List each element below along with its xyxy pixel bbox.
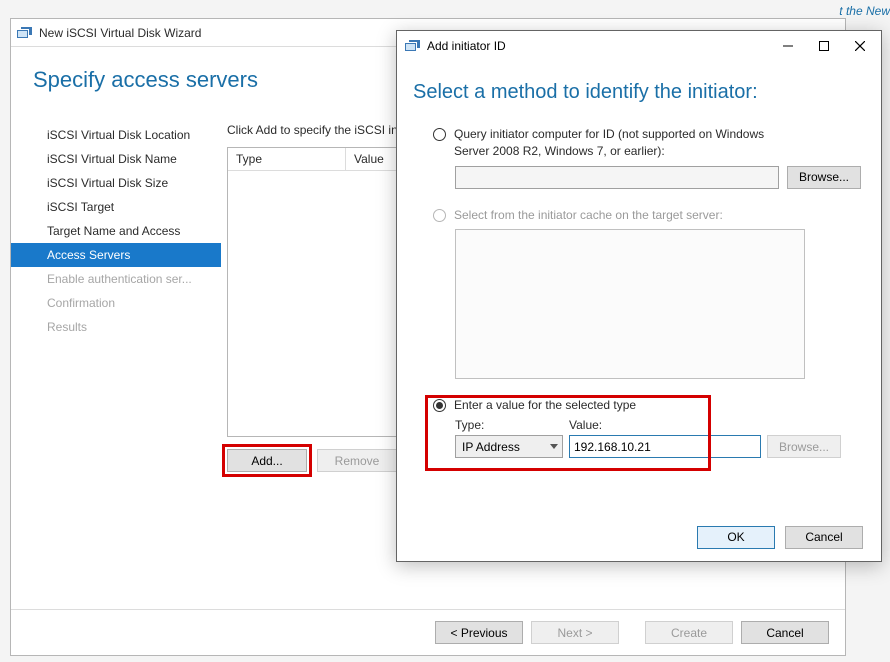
option-cache-label: Select from the initiator cache on the t… bbox=[454, 207, 723, 224]
maximize-button[interactable] bbox=[807, 35, 841, 57]
option-enter-section: Enter a value for the selected type Type… bbox=[433, 397, 861, 458]
type-select[interactable]: IP Address bbox=[455, 435, 563, 458]
add-initiator-dialog: Add initiator ID Select a method to iden… bbox=[396, 30, 882, 562]
option-enter-label: Enter a value for the selected type bbox=[454, 397, 636, 414]
dialog-heading: Select a method to identify the initiato… bbox=[397, 61, 881, 126]
nav-item-disk-name[interactable]: iSCSI Virtual Disk Name bbox=[11, 147, 221, 171]
close-button[interactable] bbox=[843, 35, 877, 57]
maximize-icon bbox=[819, 41, 829, 51]
option-query-row[interactable]: Query initiator computer for ID (not sup… bbox=[433, 126, 861, 160]
next-button: Next > bbox=[531, 621, 619, 644]
radio-query[interactable] bbox=[433, 128, 446, 141]
server-icon bbox=[17, 27, 33, 39]
initiator-cache-list bbox=[455, 229, 805, 379]
minimize-button[interactable] bbox=[771, 35, 805, 57]
query-computer-input bbox=[455, 166, 779, 189]
nav-item-target-name[interactable]: Target Name and Access bbox=[11, 219, 221, 243]
background-cropped-link: t the New bbox=[839, 4, 890, 18]
ok-button[interactable]: OK bbox=[697, 526, 775, 549]
dialog-body: Query initiator computer for ID (not sup… bbox=[397, 126, 881, 458]
dialog-titlebar: Add initiator ID bbox=[397, 31, 881, 61]
option-enter-row[interactable]: Enter a value for the selected type bbox=[433, 397, 861, 414]
value-field: Value: bbox=[569, 418, 761, 458]
query-field-row: Browse... bbox=[455, 166, 861, 189]
nav-item-confirmation: Confirmation bbox=[11, 291, 221, 315]
nav-item-authentication: Enable authentication ser... bbox=[11, 267, 221, 291]
type-label: Type: bbox=[455, 418, 563, 432]
value-label: Value: bbox=[569, 418, 761, 432]
previous-button[interactable]: < Previous bbox=[435, 621, 523, 644]
close-icon bbox=[855, 41, 865, 51]
wizard-footer: < Previous Next > Create Cancel bbox=[11, 609, 845, 655]
window-controls bbox=[769, 35, 877, 57]
type-selected-value: IP Address bbox=[462, 440, 520, 454]
remove-button: Remove bbox=[317, 449, 397, 472]
nav-item-results: Results bbox=[11, 315, 221, 339]
cancel-button[interactable]: Cancel bbox=[741, 621, 829, 644]
dialog-title: Add initiator ID bbox=[427, 39, 506, 53]
value-input[interactable] bbox=[569, 435, 761, 458]
nav-item-iscsi-target[interactable]: iSCSI Target bbox=[11, 195, 221, 219]
radio-cache bbox=[433, 209, 446, 222]
option-cache-row: Select from the initiator cache on the t… bbox=[433, 207, 861, 224]
option-query-label: Query initiator computer for ID (not sup… bbox=[454, 126, 794, 160]
type-field: Type: IP Address bbox=[455, 418, 563, 458]
nav-item-disk-location[interactable]: iSCSI Virtual Disk Location bbox=[11, 123, 221, 147]
wizard-title: New iSCSI Virtual Disk Wizard bbox=[39, 26, 201, 40]
enter-fields-row: Type: IP Address Value: Browse... bbox=[455, 418, 861, 458]
add-button[interactable]: Add... bbox=[227, 449, 307, 472]
query-browse-button[interactable]: Browse... bbox=[787, 166, 861, 189]
value-browse-button: Browse... bbox=[767, 435, 841, 458]
dialog-cancel-button[interactable]: Cancel bbox=[785, 526, 863, 549]
create-button: Create bbox=[645, 621, 733, 644]
dialog-footer: OK Cancel bbox=[397, 513, 881, 561]
grid-header-type[interactable]: Type bbox=[228, 148, 346, 171]
wizard-nav: iSCSI Virtual Disk Location iSCSI Virtua… bbox=[11, 111, 221, 611]
server-icon bbox=[405, 40, 421, 52]
nav-item-access-servers[interactable]: Access Servers bbox=[11, 243, 221, 267]
nav-item-disk-size[interactable]: iSCSI Virtual Disk Size bbox=[11, 171, 221, 195]
minimize-icon bbox=[783, 41, 793, 51]
radio-enter-value[interactable] bbox=[433, 399, 446, 412]
chevron-down-icon bbox=[550, 444, 558, 449]
